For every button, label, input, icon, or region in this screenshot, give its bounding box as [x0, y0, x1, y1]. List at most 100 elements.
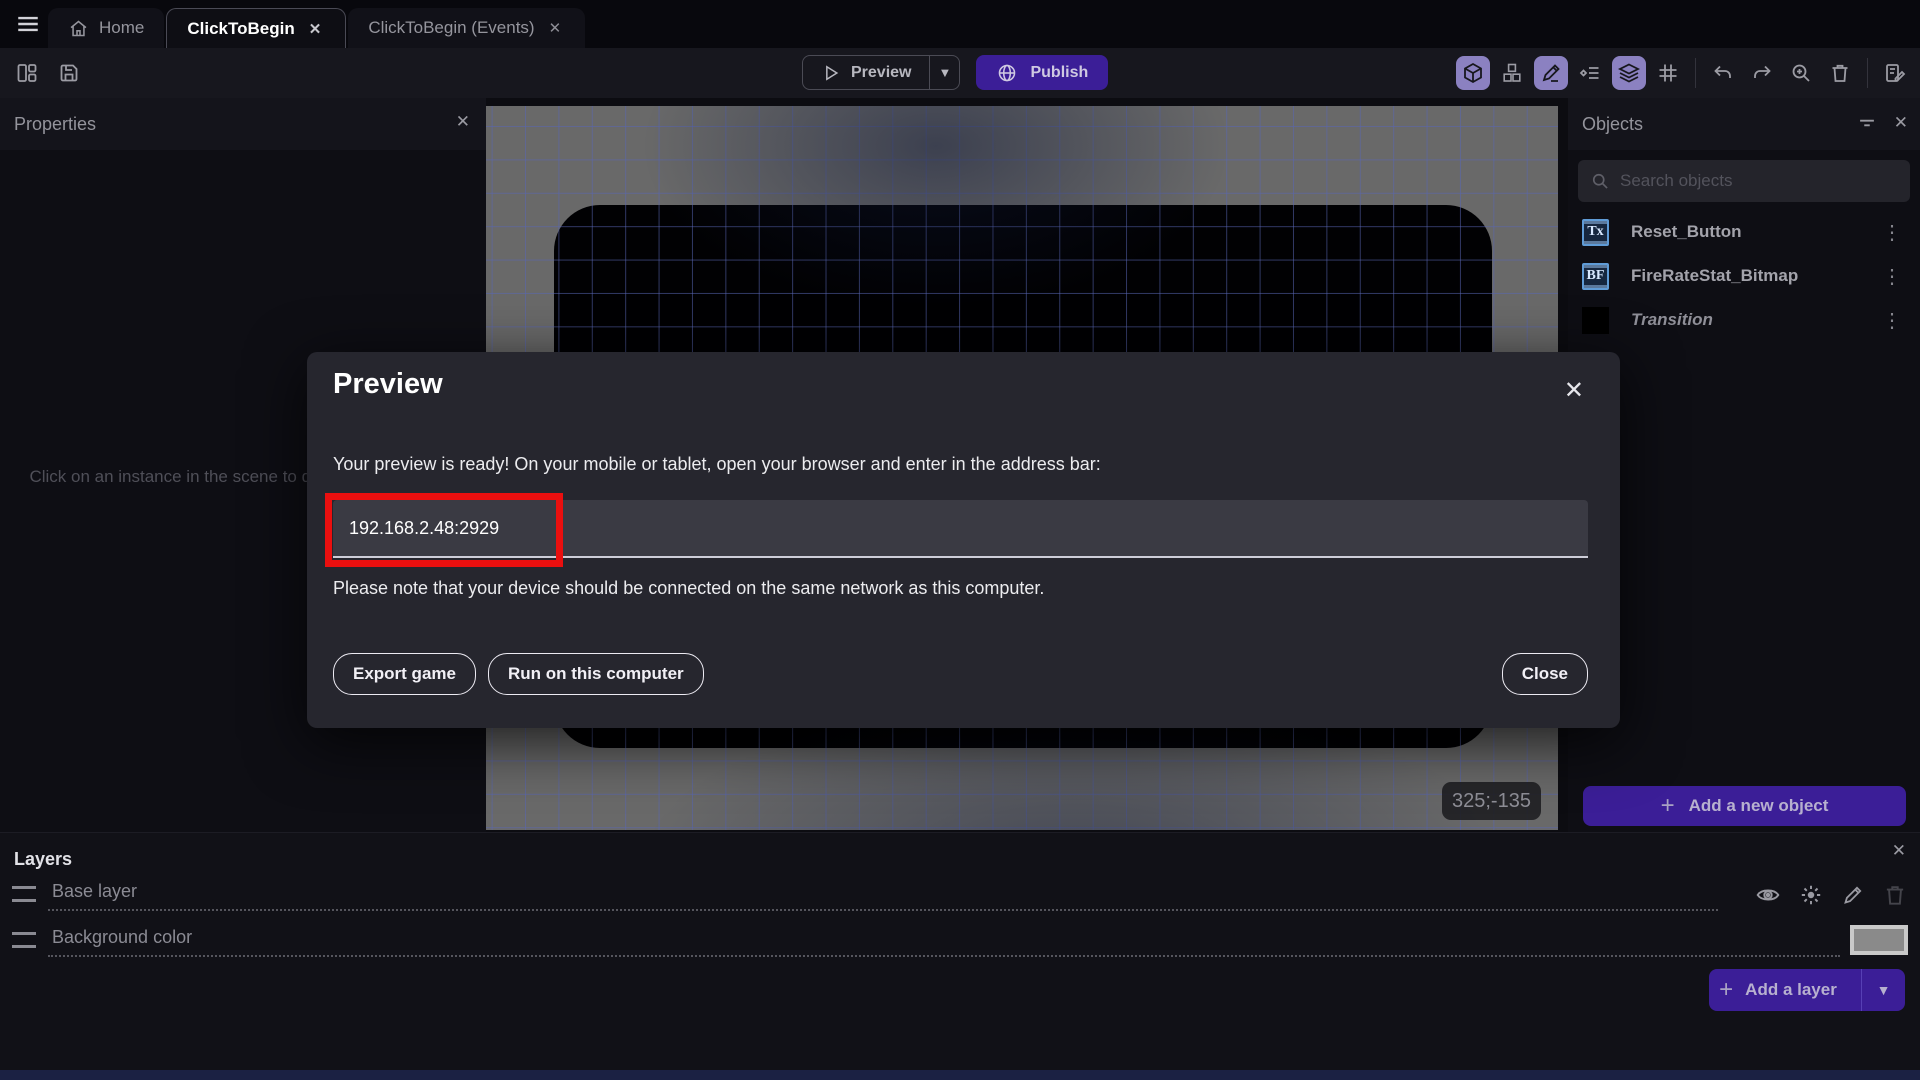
- plus-icon: +: [1660, 792, 1675, 819]
- add-layer-dropdown[interactable]: ▼: [1861, 969, 1905, 1011]
- properties-panel-title: Properties: [14, 113, 97, 134]
- preview-dialog-title: Preview: [333, 368, 443, 400]
- cursor-coordinates-badge: 325;-135: [1442, 782, 1541, 820]
- close-icon[interactable]: ✕: [1894, 113, 1908, 133]
- export-game-button[interactable]: Export game: [333, 653, 476, 695]
- zoom-in-button[interactable]: [1784, 56, 1818, 90]
- grid-icon: [1656, 61, 1680, 85]
- delete-selection-button[interactable]: [1823, 56, 1857, 90]
- object-menu-icon[interactable]: ⋮: [1878, 220, 1906, 245]
- object-row-reset-button[interactable]: Tx Reset_Button ⋮: [1568, 210, 1920, 254]
- instances-list-button[interactable]: [1573, 56, 1607, 90]
- play-icon: [821, 63, 841, 83]
- pencil-icon: [1539, 61, 1563, 85]
- preview-address-input[interactable]: [333, 500, 1588, 558]
- redo-icon: [1750, 61, 1774, 85]
- plus-icon: +: [1719, 976, 1734, 1003]
- tab-label: ClickToBegin (Events): [368, 18, 535, 37]
- toggle-panels-button[interactable]: [10, 56, 44, 90]
- layers-panel-button[interactable]: [1612, 56, 1646, 90]
- edit-scene-button[interactable]: [1534, 56, 1568, 90]
- objects-header-actions: ✕: [1856, 112, 1908, 134]
- layer-name-underline: [48, 909, 1718, 911]
- chevron-down-icon: ▼: [938, 65, 952, 80]
- edit-layer-pencil-icon[interactable]: [1841, 883, 1865, 907]
- toolbar-right: [1456, 56, 1912, 90]
- close-dialog-button[interactable]: Close: [1501, 653, 1588, 695]
- toolbar-center: Preview ▼ Publish: [802, 55, 1109, 90]
- tab-scene-clicktobegin[interactable]: ClickToBegin ✕: [166, 8, 347, 48]
- save-icon: [57, 61, 81, 85]
- panels-icon: [15, 61, 39, 85]
- scene-properties-button[interactable]: [1878, 56, 1912, 90]
- object-name: Reset_Button: [1631, 222, 1742, 241]
- undo-icon: [1711, 61, 1735, 85]
- instances-list-icon: [1578, 61, 1602, 85]
- redo-button[interactable]: [1745, 56, 1779, 90]
- tab-label: ClickToBegin: [187, 18, 295, 38]
- network-note: Please note that your device should be c…: [333, 578, 1045, 598]
- search-icon: [1590, 171, 1610, 191]
- tab-events-clicktobegin[interactable]: ClickToBegin (Events) ✕: [348, 8, 586, 48]
- object-row-transition[interactable]: Transition ⋮: [1568, 298, 1920, 342]
- drag-handle-icon[interactable]: [12, 932, 36, 948]
- preview-split-button: Preview ▼: [802, 55, 961, 90]
- preview-button[interactable]: Preview: [803, 56, 929, 89]
- preview-ready-message: Your preview is ready! On your mobile or…: [333, 454, 1101, 474]
- layer-row-background-color: Background color: [12, 923, 1908, 959]
- layer-row-base-layer: Base layer: [12, 877, 1908, 913]
- close-tab-icon[interactable]: ✕: [305, 18, 326, 40]
- chevron-down-icon: ▼: [1876, 982, 1891, 998]
- close-tab-icon[interactable]: ✕: [545, 17, 566, 39]
- toolbar-left: [10, 56, 86, 90]
- close-icon[interactable]: ✕: [1564, 376, 1584, 405]
- add-layer-label: Add a layer: [1745, 980, 1837, 999]
- run-on-this-computer-button[interactable]: Run on this computer: [487, 653, 704, 695]
- toggle-grid-button[interactable]: [1651, 56, 1685, 90]
- layer-name[interactable]: Base layer: [52, 881, 137, 902]
- publish-button[interactable]: Publish: [976, 55, 1109, 90]
- text-object-icon: Tx: [1582, 218, 1609, 246]
- object-menu-icon[interactable]: ⋮: [1878, 308, 1906, 333]
- filter-icon[interactable]: [1856, 112, 1878, 134]
- tab-strip: Home ClickToBegin ✕ ClickToBegin (Events…: [48, 8, 586, 48]
- add-layer-split-button: + Add a layer ▼: [1709, 969, 1905, 1011]
- preview-options-dropdown[interactable]: ▼: [929, 56, 959, 89]
- add-new-object-label: Add a new object: [1688, 796, 1829, 815]
- toggle-3d-view-button[interactable]: [1456, 56, 1490, 90]
- object-menu-icon[interactable]: ⋮: [1878, 264, 1906, 289]
- undo-button[interactable]: [1706, 56, 1740, 90]
- object-name: Transition: [1631, 310, 1713, 329]
- object-name: FireRateStat_Bitmap: [1631, 266, 1799, 285]
- instances-button[interactable]: [1495, 56, 1529, 90]
- visibility-eye-icon[interactable]: [1755, 882, 1781, 908]
- cube-3d-icon: [1461, 61, 1485, 85]
- layer-name[interactable]: Background color: [52, 927, 192, 948]
- add-layer-button[interactable]: + Add a layer: [1709, 969, 1847, 1011]
- close-icon[interactable]: ✕: [1892, 841, 1906, 861]
- hamburger-icon: [15, 11, 41, 37]
- drag-handle-icon[interactable]: [12, 886, 36, 902]
- trash-icon: [1828, 61, 1852, 85]
- layer-effects-icon[interactable]: [1798, 882, 1824, 908]
- close-icon[interactable]: ✕: [456, 112, 470, 132]
- save-button[interactable]: [52, 56, 86, 90]
- toolbar: Preview ▼ Publish: [0, 48, 1920, 98]
- objects-panel: Objects ✕ Tx Reset_Button ⋮ BF FireRateS…: [1568, 98, 1920, 832]
- tab-home[interactable]: Home: [48, 8, 165, 48]
- zoom-in-icon: [1789, 61, 1813, 85]
- layers-icon: [1617, 61, 1641, 85]
- objects-panel-title: Objects: [1582, 113, 1644, 134]
- layers-panel: Layers ✕ Base layer Background color + A…: [0, 832, 1920, 1080]
- objects-search-box: [1578, 160, 1910, 202]
- main-menu-button[interactable]: [10, 7, 46, 41]
- object-row-fireratestat-bitmap[interactable]: BF FireRateStat_Bitmap ⋮: [1568, 254, 1920, 298]
- layer-name-underline: [48, 955, 1840, 957]
- gdevelop-window: Home ClickToBegin ✕ ClickToBegin (Events…: [0, 0, 1920, 1080]
- add-new-object-button[interactable]: + Add a new object: [1583, 786, 1906, 826]
- search-objects-input[interactable]: [1620, 171, 1898, 191]
- background-color-swatch[interactable]: [1850, 925, 1908, 955]
- objects-list: Tx Reset_Button ⋮ BF FireRateStat_Bitmap…: [1568, 210, 1920, 342]
- scene-properties-icon: [1883, 61, 1907, 85]
- delete-layer-trash-icon[interactable]: [1882, 882, 1908, 908]
